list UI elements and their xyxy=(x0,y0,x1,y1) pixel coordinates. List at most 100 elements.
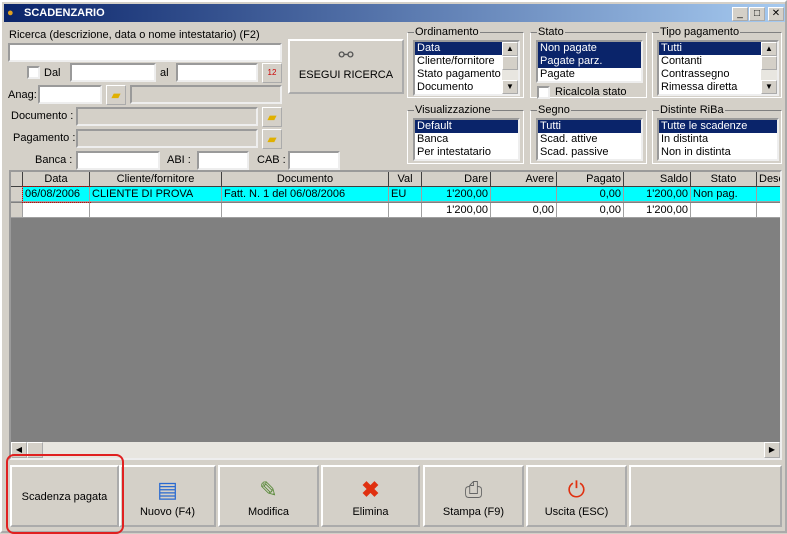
table-cell: 1'200,00 xyxy=(624,187,691,202)
search-label: Ricerca (descrizione, data o nome intest… xyxy=(9,29,260,41)
banca-label: Banca : xyxy=(35,154,73,166)
table-cell: 0,00 xyxy=(557,187,624,202)
cab-input[interactable] xyxy=(288,151,340,170)
column-header[interactable]: Cliente/fornitore xyxy=(90,172,222,187)
date-from-input[interactable] xyxy=(70,63,156,82)
printer-icon: ⎙ xyxy=(464,477,483,502)
table-cell xyxy=(691,203,757,218)
stampa-label: Stampa (F9) xyxy=(442,506,505,518)
list-item[interactable]: Stato pagamento xyxy=(415,68,502,81)
list-item[interactable]: Non pagate xyxy=(538,42,641,55)
table-cell: Fatt. N. 1 del 06/08/2006 xyxy=(222,187,389,202)
anag-label: Anag: xyxy=(8,89,37,101)
column-header[interactable]: Saldo xyxy=(624,172,691,187)
list-item[interactable]: Per intestatario xyxy=(415,146,518,159)
column-header[interactable]: Data xyxy=(23,172,90,187)
list-item[interactable]: Contrassegno xyxy=(659,68,761,81)
table-cell xyxy=(491,187,557,202)
list-item[interactable]: In distinta xyxy=(659,133,777,146)
close-button[interactable]: ✕ xyxy=(768,7,784,21)
new-folder-icon: ▤ xyxy=(157,477,178,502)
list-item[interactable]: Scad. passive xyxy=(538,146,641,159)
calendar-icon[interactable]: 12 xyxy=(262,63,282,83)
list-item[interactable]: Default xyxy=(415,120,518,133)
nuovo-label: Nuovo (F4) xyxy=(139,506,196,518)
table-cell: EU xyxy=(389,187,422,202)
list-item[interactable]: Contanti xyxy=(659,55,761,68)
list-item[interactable]: Documento xyxy=(415,81,502,94)
ordinamento-list[interactable]: Data Cliente/fornitore Stato pagamento Docu… xyxy=(413,40,520,96)
table-cell: 1'200,00 xyxy=(422,187,491,202)
table-cell: 0,00 xyxy=(491,203,557,218)
list-item[interactable]: Rimessa diretta xyxy=(659,81,761,94)
column-header[interactable]: Val xyxy=(389,172,422,187)
segno-list[interactable]: Tutti Scad. attive Scad. passive xyxy=(536,118,643,161)
ricalcola-checkbox[interactable] xyxy=(537,86,550,99)
folder-icon[interactable]: ▰ xyxy=(262,129,282,149)
list-item[interactable]: Pagate xyxy=(538,68,641,81)
uscita-button[interactable]: ⏻ Uscita (ESC) xyxy=(526,465,627,527)
list-item[interactable]: Scad. attive xyxy=(538,133,641,146)
column-header[interactable]: Avere xyxy=(491,172,557,187)
group-title: Visualizzazione xyxy=(414,103,492,117)
banca-input[interactable] xyxy=(76,151,160,170)
maximize-button[interactable]: □ xyxy=(749,7,765,21)
moneybag-icon: ● xyxy=(7,7,14,19)
anag-input[interactable] xyxy=(38,85,102,104)
horizontal-scrollbar[interactable]: ◀ ▶ xyxy=(11,442,780,458)
binoculars-icon: ⚯ xyxy=(338,45,354,65)
scadenze-grid[interactable]: ◀ ▶ Data Cliente/fornitore Documento Val Dar… xyxy=(9,170,782,460)
folder-icon[interactable]: ▰ xyxy=(262,107,282,127)
list-item[interactable]: Pagate parz. xyxy=(538,55,641,68)
power-icon: ⏻ xyxy=(567,477,586,502)
column-header[interactable]: Documento xyxy=(222,172,389,187)
tipo-pagamento-list[interactable]: Tutti Contanti Contrassegno Rimessa diretta… xyxy=(657,40,779,96)
stampa-button[interactable]: ⎙ Stampa (F9) xyxy=(423,465,524,527)
minimize-button[interactable]: _ xyxy=(732,7,748,21)
segno-group: Segno Tutti Scad. attive Scad. passive xyxy=(530,103,647,164)
window-title: SCADENZARIO xyxy=(24,7,105,19)
dal-checkbox[interactable] xyxy=(27,66,40,79)
column-header[interactable]: Stato xyxy=(691,172,757,187)
nuovo-button[interactable]: ▤ Nuovo (F4) xyxy=(119,465,216,527)
column-header[interactable]: Dare xyxy=(422,172,491,187)
group-title: Distinte RiBa xyxy=(659,103,725,117)
list-item[interactable]: Banca xyxy=(415,133,518,146)
table-row[interactable]: 06/08/2006 CLIENTE DI PROVA Fatt. N. 1 del… xyxy=(11,186,780,203)
abi-input[interactable] xyxy=(197,151,249,170)
ordinamento-group: Ordinamento Data Cliente/fornitore Stato p… xyxy=(407,25,524,98)
list-item[interactable]: Tutte le scadenze xyxy=(659,120,777,133)
tipo-pagamento-group: Tipo pagamento Tutti Contanti Contrassegno… xyxy=(652,25,782,98)
edit-icon: ✎ xyxy=(259,477,278,502)
visualizzazione-list[interactable]: Default Banca Per intestatario xyxy=(413,118,520,161)
column-header[interactable]: Desc xyxy=(757,172,780,187)
pagamento-field xyxy=(76,129,258,148)
table-row[interactable]: 1'200,00 0,00 0,00 1'200,00 xyxy=(11,203,780,218)
table-cell: 1'200,00 xyxy=(624,203,691,218)
stato-list[interactable]: Non pagate Pagate parz. Pagate xyxy=(536,40,643,83)
table-cell xyxy=(757,203,780,218)
list-item[interactable]: Tutti xyxy=(659,42,761,55)
list-item[interactable]: Tutti xyxy=(538,120,641,133)
date-to-input[interactable] xyxy=(176,63,258,82)
list-item[interactable]: Data xyxy=(415,42,502,55)
group-title: Segno xyxy=(537,103,571,117)
highlight-annotation xyxy=(6,454,124,534)
scrollbar[interactable]: ▲ ▼ xyxy=(502,42,518,94)
abi-label: ABI : xyxy=(167,154,191,166)
cab-label: CAB : xyxy=(257,154,286,166)
row-header[interactable] xyxy=(11,172,23,187)
search-input[interactable] xyxy=(8,43,282,62)
modifica-button[interactable]: ✎ Modifica xyxy=(218,465,319,527)
table-cell: CLIENTE DI PROVA xyxy=(90,187,222,202)
list-item[interactable]: Cliente/fornitore xyxy=(415,55,502,68)
elimina-button[interactable]: ✖ Elimina xyxy=(321,465,420,527)
distinte-riba-list[interactable]: Tutte le scadenze In distinta Non in disti… xyxy=(657,118,779,161)
scrollbar[interactable]: ▲ ▼ xyxy=(761,42,777,94)
folder-icon[interactable]: ▰ xyxy=(106,85,126,105)
list-item[interactable]: Non in distinta xyxy=(659,146,777,159)
column-header[interactable]: Pagato xyxy=(557,172,624,187)
modifica-label: Modifica xyxy=(248,506,289,518)
table-cell xyxy=(757,187,780,202)
esegui-ricerca-button[interactable]: ⚯ ESEGUI RICERCA xyxy=(288,39,404,94)
